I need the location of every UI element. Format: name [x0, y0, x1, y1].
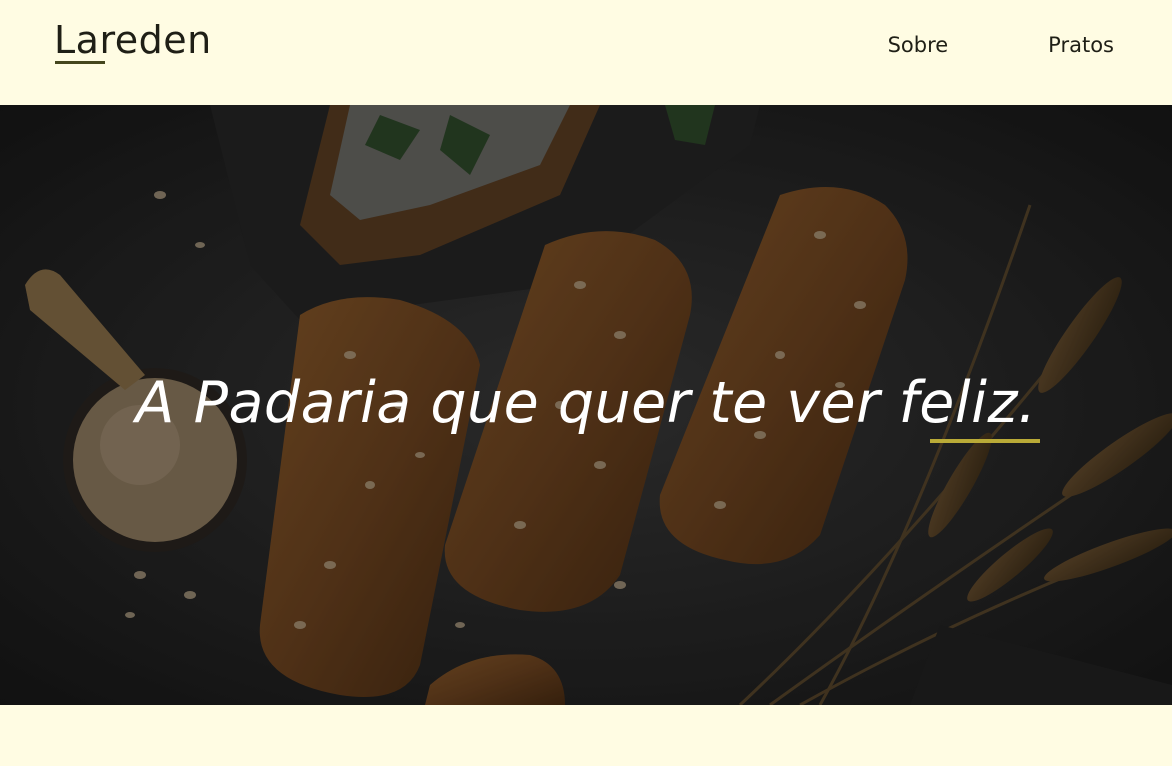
page-bottom-strip [0, 705, 1172, 766]
hero-title: A Padaria que quer te ver feliz. [135, 370, 1037, 436]
logo-underline [55, 61, 105, 64]
hero-banner: A Padaria que quer te ver feliz. [0, 105, 1172, 705]
brand-logo[interactable]: Lareden [54, 18, 212, 62]
main-nav: Sobre Pratos [888, 33, 1114, 57]
site-header: Lareden Sobre Pratos [0, 0, 1172, 105]
nav-link-pratos[interactable]: Pratos [1048, 33, 1114, 57]
nav-link-sobre[interactable]: Sobre [888, 33, 949, 57]
hero-title-underline [930, 439, 1040, 443]
